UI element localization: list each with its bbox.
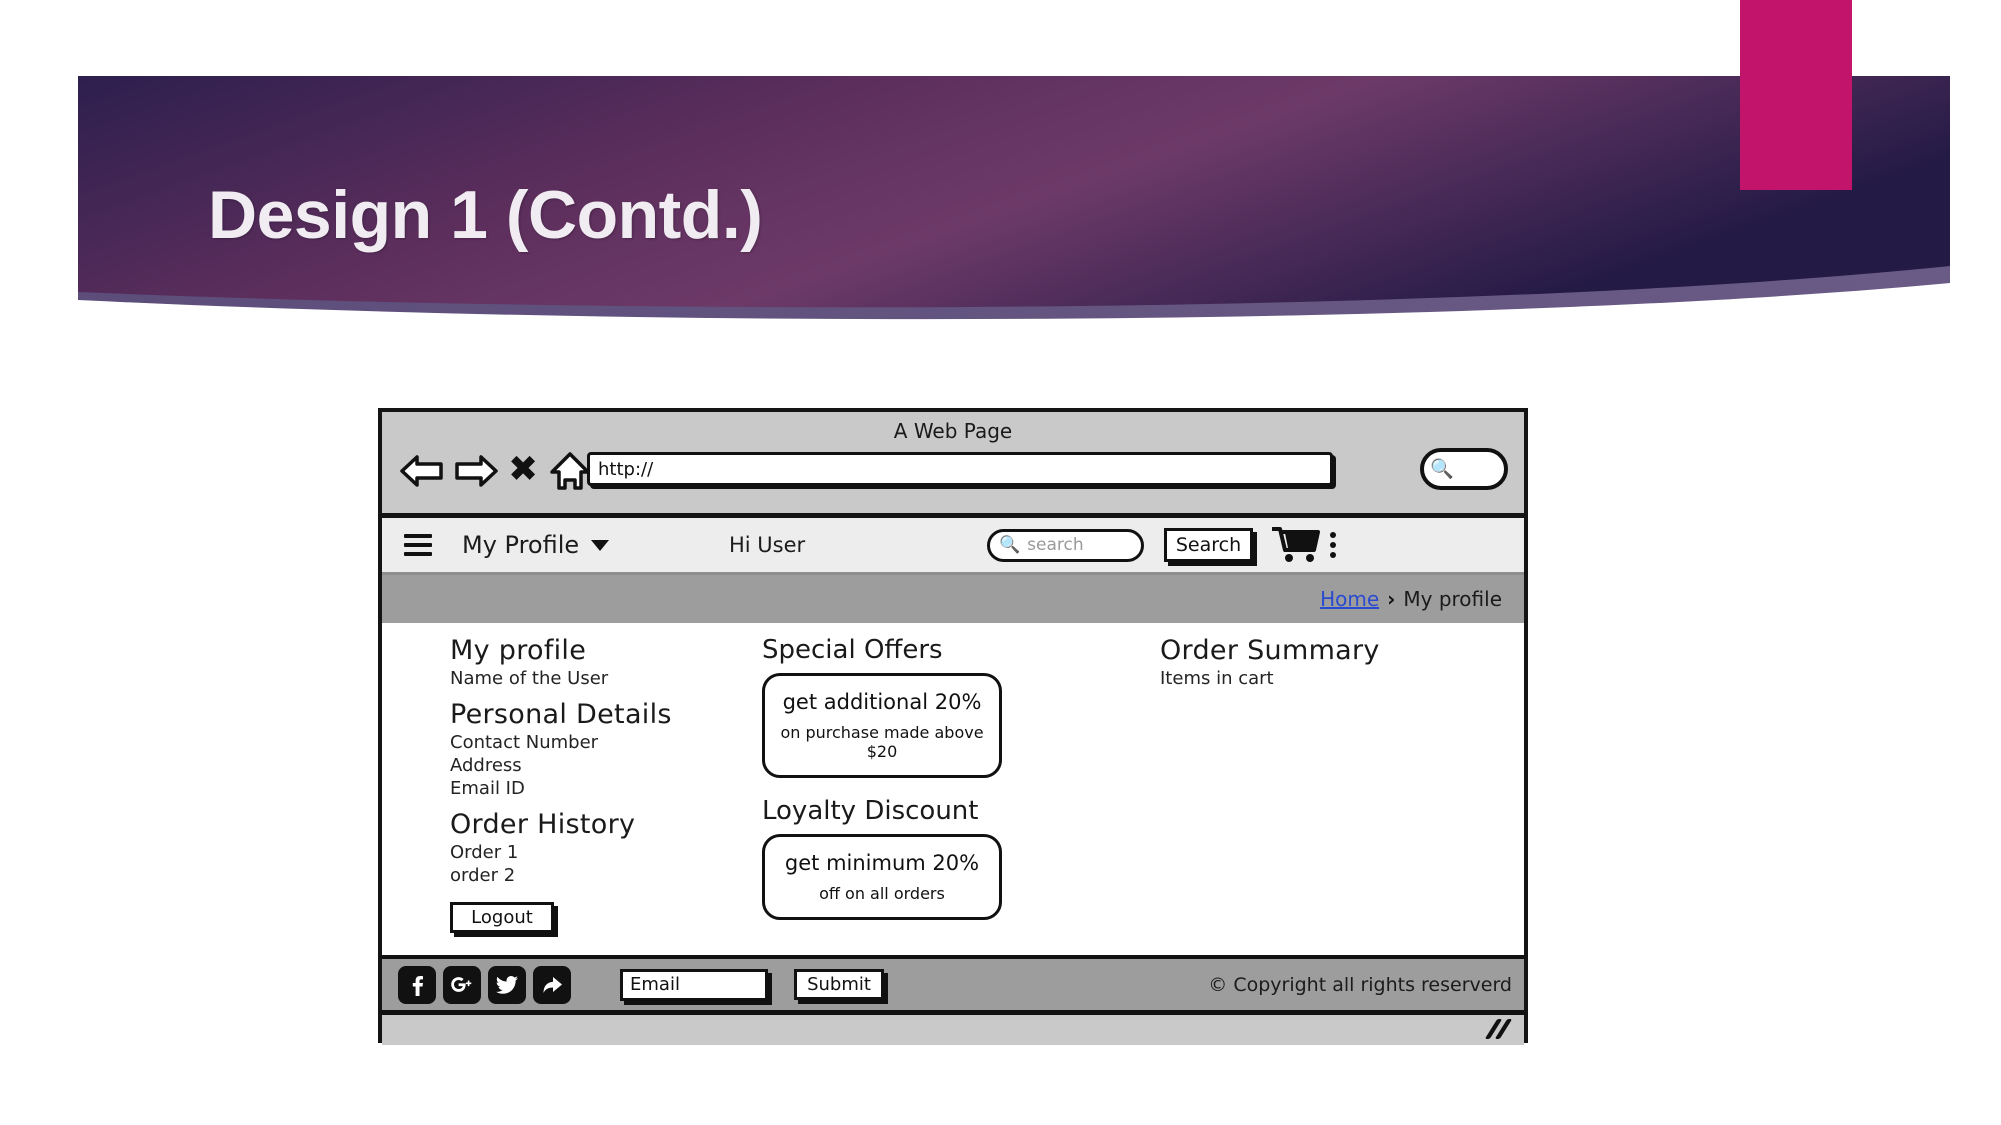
detail-address: Address (450, 755, 522, 776)
page-title: Design 1 (Contd.) (208, 177, 763, 253)
browser-mockup: A Web Page ✖ http:// 🔍 My Profile Hi Use… (378, 408, 1528, 1045)
kebab-menu-icon[interactable] (1330, 532, 1336, 558)
chevron-down-icon (591, 539, 610, 551)
browser-chrome: A Web Page ✖ http:// 🔍 (382, 412, 1524, 518)
back-arrow-icon[interactable] (400, 450, 444, 492)
url-input[interactable]: http:// (587, 452, 1333, 486)
detail-email-id: Email ID (450, 778, 525, 799)
nav-profile-menu[interactable]: My Profile (462, 531, 610, 559)
special-offer-sub: on purchase made above $20 (780, 723, 984, 761)
offers-column: Special Offers get additional 20% on pur… (762, 623, 1102, 955)
loyalty-offer-sub: off on all orders (819, 884, 945, 903)
logout-button[interactable]: Logout (450, 902, 554, 933)
submit-button[interactable]: Submit (794, 969, 884, 1000)
order-history-heading: Order History (450, 809, 636, 840)
order-item[interactable]: order 2 (450, 865, 762, 886)
shopping-cart-icon[interactable] (1272, 526, 1320, 564)
url-value: http:// (598, 459, 654, 480)
twitter-icon[interactable] (488, 965, 526, 1004)
status-bar (382, 1015, 1524, 1045)
profile-heading: My profile (450, 635, 587, 666)
email-field[interactable]: Email (620, 968, 768, 1001)
search-icon: 🔍 (1430, 458, 1454, 480)
forward-arrow-icon[interactable] (454, 450, 498, 492)
social-links (398, 965, 571, 1004)
window-title: A Web Page (893, 419, 1013, 443)
loyalty-offer-card[interactable]: get minimum 20% off on all orders (762, 834, 1002, 920)
banner-shape (78, 0, 1950, 320)
special-offers-heading: Special Offers (762, 635, 943, 665)
chevron-right-icon: › (1387, 587, 1396, 611)
special-offer-card[interactable]: get additional 20% on purchase made abov… (762, 673, 1002, 778)
page-content: My profile Name of the User Personal Det… (382, 623, 1524, 955)
order-summary-column: Order Summary Items in cart (1102, 623, 1482, 955)
email-placeholder: Email (630, 974, 680, 995)
breadcrumb: Home › My profile (382, 575, 1524, 623)
nav-profile-label: My Profile (462, 531, 580, 559)
hamburger-icon[interactable] (404, 529, 432, 561)
site-nav-bar: My Profile Hi User 🔍 search Search (382, 518, 1524, 575)
loyalty-offer-main: get minimum 20% (784, 851, 980, 875)
browser-nav-icons: ✖ (400, 450, 592, 492)
accent-rect (1740, 0, 1852, 190)
search-placeholder: search (1027, 535, 1084, 555)
detail-contact-number: Contact Number (450, 732, 599, 753)
copyright-text: © Copyright all rights reserverd (1208, 973, 1512, 996)
search-input[interactable]: 🔍 search (987, 528, 1144, 562)
personal-details-heading: Personal Details (450, 699, 672, 730)
items-in-cart-label: Items in cart (1160, 668, 1274, 689)
browser-search-box[interactable]: 🔍 (1420, 448, 1508, 490)
profile-user-name: Name of the User (450, 668, 609, 689)
profile-column: My profile Name of the User Personal Det… (382, 623, 762, 955)
share-arrow-icon[interactable] (533, 965, 571, 1004)
search-button[interactable]: Search (1164, 528, 1253, 562)
facebook-icon[interactable] (398, 965, 436, 1004)
resize-grip-icon[interactable] (1484, 1019, 1514, 1039)
order-item[interactable]: Order 1 (450, 842, 762, 863)
close-x-icon[interactable]: ✖ (508, 450, 538, 492)
google-plus-icon[interactable] (443, 965, 481, 1004)
slide-banner: Design 1 (Contd.) (0, 0, 2001, 340)
order-summary-heading: Order Summary (1160, 635, 1380, 666)
loyalty-discount-heading: Loyalty Discount (762, 796, 979, 826)
user-greeting: Hi User (729, 533, 806, 557)
search-icon: 🔍 (999, 535, 1021, 555)
special-offer-main: get additional 20% (782, 690, 982, 714)
breadcrumb-home-link[interactable]: Home (1320, 587, 1379, 611)
breadcrumb-current: My profile (1403, 587, 1502, 611)
home-icon[interactable] (548, 450, 592, 492)
site-footer: Email Submit © Copyright all rights rese… (382, 955, 1524, 1015)
